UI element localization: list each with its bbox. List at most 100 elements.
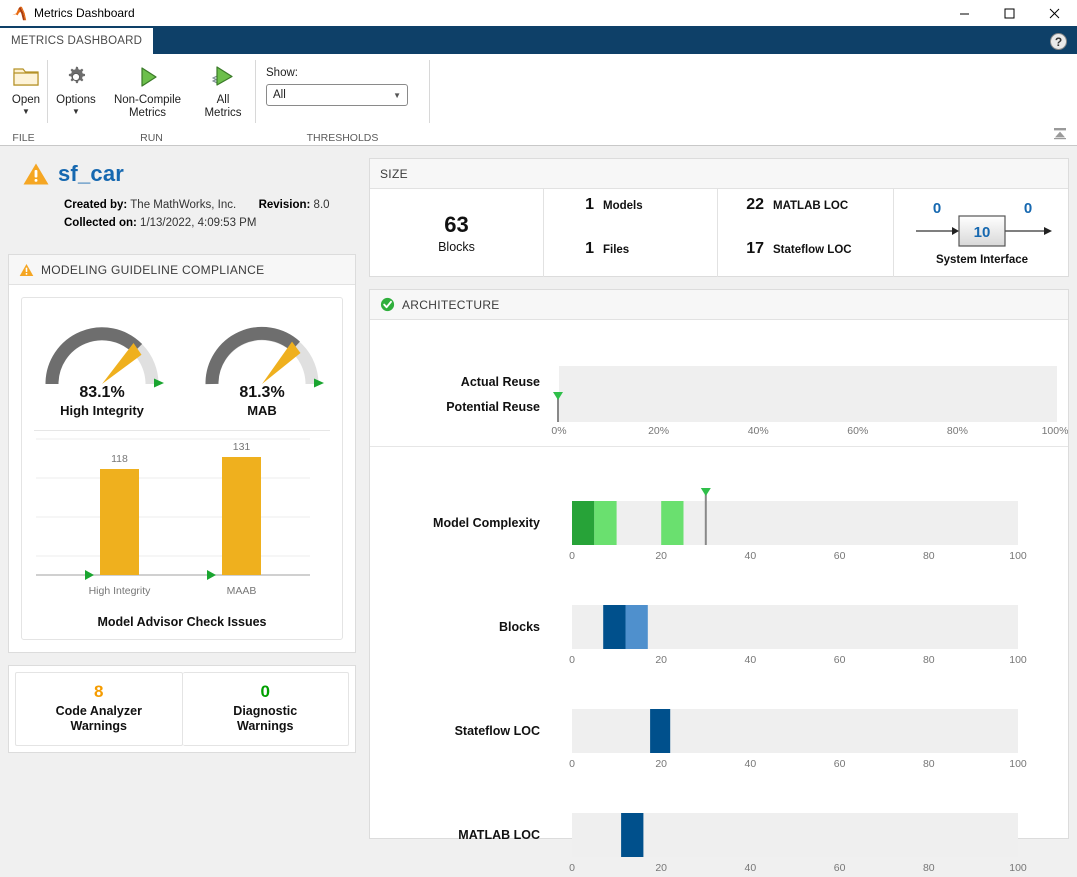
blocks-value: 63: [444, 212, 469, 237]
tab-metrics-dashboard[interactable]: METRICS DASHBOARD: [0, 28, 154, 54]
ribbon-toolbar: Open ▼ FILE Options ▼ Non-Compile Metric…: [0, 54, 1077, 146]
files-label: Files: [603, 244, 630, 256]
ribbon-tabstrip: METRICS DASHBOARD ?: [0, 26, 1077, 54]
options-button[interactable]: Options ▼: [48, 59, 104, 116]
matlab-loc-chart[interactable]: MATLAB LOC 0 20 40 60 80 100: [370, 773, 1068, 877]
size-panel-body: 63 Blocks 1 Models 1 Files 22 MATLAB LOC…: [370, 189, 1068, 277]
created-by-value: The MathWorks, Inc.: [130, 199, 237, 211]
svg-text:100: 100: [1009, 862, 1027, 874]
stateflow-loc-chart[interactable]: Stateflow LOC 0 20 40 60 80 100: [370, 669, 1068, 773]
size-blocks-cell[interactable]: 63 Blocks: [370, 189, 544, 277]
svg-text:60: 60: [834, 550, 846, 562]
reuse-track: [559, 366, 1057, 422]
ribbon-group-run-label: RUN: [140, 132, 163, 144]
svg-text:60: 60: [834, 654, 846, 666]
system-interface-icon: 0 10 0: [916, 200, 1052, 247]
gauge-high-integrity-value: 83.1%: [79, 384, 125, 401]
close-button[interactable]: [1032, 0, 1077, 26]
ribbon-group-file-label: FILE: [12, 132, 35, 144]
compliance-card: 83.1% High Integrity 81.3% MAB 118 High …: [21, 297, 343, 640]
chevron-down-icon: ▼: [393, 90, 401, 100]
model-name[interactable]: sf_car: [58, 161, 124, 187]
architecture-panel-header: ARCHITECTURE: [370, 290, 1068, 320]
ribbon-group-file: Open ▼ FILE: [0, 54, 47, 146]
system-interface-label: System Interface: [935, 254, 1029, 266]
segment-0-5: [572, 501, 595, 545]
bar-label-maab: MAAB: [227, 585, 257, 597]
help-icon[interactable]: ?: [1050, 33, 1067, 50]
svg-text:0: 0: [569, 758, 575, 770]
potential-reuse-label: Potential Reuse: [446, 400, 540, 414]
stateflow-loc-track: [572, 709, 1018, 753]
architecture-panel: ARCHITECTURE Actual Reuse Potential Reus…: [369, 289, 1069, 874]
open-button-label: Open: [11, 94, 41, 106]
threshold-marker-icon: [207, 570, 216, 580]
svg-text:20%: 20%: [648, 425, 669, 436]
gauge-high-integrity-label: High Integrity: [60, 403, 144, 418]
svg-text:40: 40: [745, 654, 757, 666]
gauge-mab[interactable]: 81.3% MAB: [182, 312, 342, 418]
actual-reuse-label: Actual Reuse: [461, 375, 540, 389]
play-stack-icon: [209, 61, 237, 93]
size-system-interface-cell[interactable]: 0 10 0 System Interface: [894, 189, 1070, 277]
show-select[interactable]: All ▼: [266, 84, 408, 106]
minimize-button[interactable]: [942, 0, 987, 26]
collapse-ribbon-icon[interactable]: [1051, 125, 1069, 141]
left-column: sf_car Created by: The MathWorks, Inc. R…: [8, 147, 356, 753]
matlab-loc-value: 22: [746, 196, 764, 213]
dashboard-content: sf_car Created by: The MathWorks, Inc. R…: [0, 147, 1077, 874]
compliance-panel-header: MODELING GUIDELINE COMPLIANCE: [9, 255, 355, 285]
blocks-chart[interactable]: Blocks 0 20 40 60 80 100: [370, 565, 1068, 669]
stateflow-loc-chart-label: Stateflow LOC: [455, 724, 540, 738]
size-models-files-cell[interactable]: 1 Models 1 Files: [544, 189, 718, 277]
models-row: 1 Models: [544, 196, 717, 226]
maximize-button[interactable]: [987, 0, 1032, 26]
svg-text:20: 20: [655, 862, 667, 874]
compliance-panel-title: MODELING GUIDELINE COMPLIANCE: [41, 262, 265, 277]
non-compile-metrics-label: Non-Compile Metrics: [113, 94, 182, 119]
open-dropdown-caret-icon[interactable]: ▼: [22, 108, 30, 116]
svg-text:100: 100: [1009, 654, 1027, 666]
blocks-chart-label: Blocks: [499, 620, 540, 634]
options-button-label: Options: [56, 94, 96, 106]
options-dropdown-caret-icon[interactable]: ▼: [72, 108, 80, 116]
stateflow-loc-row: 17 Stateflow LOC: [718, 240, 893, 270]
models-label: Models: [603, 200, 643, 212]
warning-icon: [19, 263, 34, 277]
svg-text:0: 0: [569, 550, 575, 562]
matlab-loc-row: 22 MATLAB LOC: [718, 196, 893, 226]
model-complexity-label: Model Complexity: [433, 516, 540, 530]
files-value: 1: [585, 240, 594, 257]
model-complexity-chart[interactable]: Model Complexity 0 20 40 60 80 100: [370, 447, 1068, 565]
architecture-panel-title: ARCHITECTURE: [402, 297, 500, 312]
model-metadata: Created by: The MathWorks, Inc. Revision…: [64, 196, 356, 232]
size-loc-cell[interactable]: 22 MATLAB LOC 17 Stateflow LOC: [718, 189, 894, 277]
svg-text:80: 80: [923, 550, 935, 562]
system-interface-diagram: 0 10 0 System Interface: [894, 200, 1070, 266]
all-metrics-button[interactable]: All Metrics: [191, 59, 255, 120]
code-analyzer-warnings-card[interactable]: 8 Code Analyzer Warnings: [15, 672, 183, 746]
model-advisor-check-issues-chart[interactable]: 118 High Integrity 131 MAAB: [22, 431, 342, 611]
check-icon: [380, 297, 395, 312]
stateflow-loc-value: 17: [746, 240, 764, 257]
bar-label-high-integrity: High Integrity: [89, 585, 152, 597]
non-compile-metrics-button[interactable]: Non-Compile Metrics: [104, 59, 191, 120]
window-controls: [942, 0, 1077, 26]
revision-label: Revision:: [258, 199, 311, 211]
collected-on-value: 1/13/2022, 4:09:53 PM: [140, 217, 257, 229]
gauge-high-integrity[interactable]: 83.1% High Integrity: [22, 312, 182, 418]
stateflow-loc-label: Stateflow LOC: [773, 244, 852, 256]
svg-text:80: 80: [923, 758, 935, 770]
play-icon: [134, 61, 162, 93]
size-panel: SIZE 63 Blocks 1 Models 1 Files 22 MATLA…: [369, 158, 1069, 277]
segment-17-22: [650, 709, 671, 753]
segment-20-25: [661, 501, 684, 545]
show-select-value: All: [273, 89, 286, 101]
svg-text:40: 40: [745, 758, 757, 770]
ribbon-group-run: Options ▼ Non-Compile Metrics All Metric…: [48, 54, 255, 146]
svg-text:20: 20: [655, 550, 667, 562]
diagnostic-warnings-card[interactable]: 0 Diagnostic Warnings: [182, 672, 349, 746]
reuse-chart[interactable]: Actual Reuse Potential Reuse 0% 20% 40% …: [370, 320, 1068, 446]
open-button[interactable]: Open ▼: [0, 59, 52, 116]
collected-on-label: Collected on:: [64, 217, 137, 229]
